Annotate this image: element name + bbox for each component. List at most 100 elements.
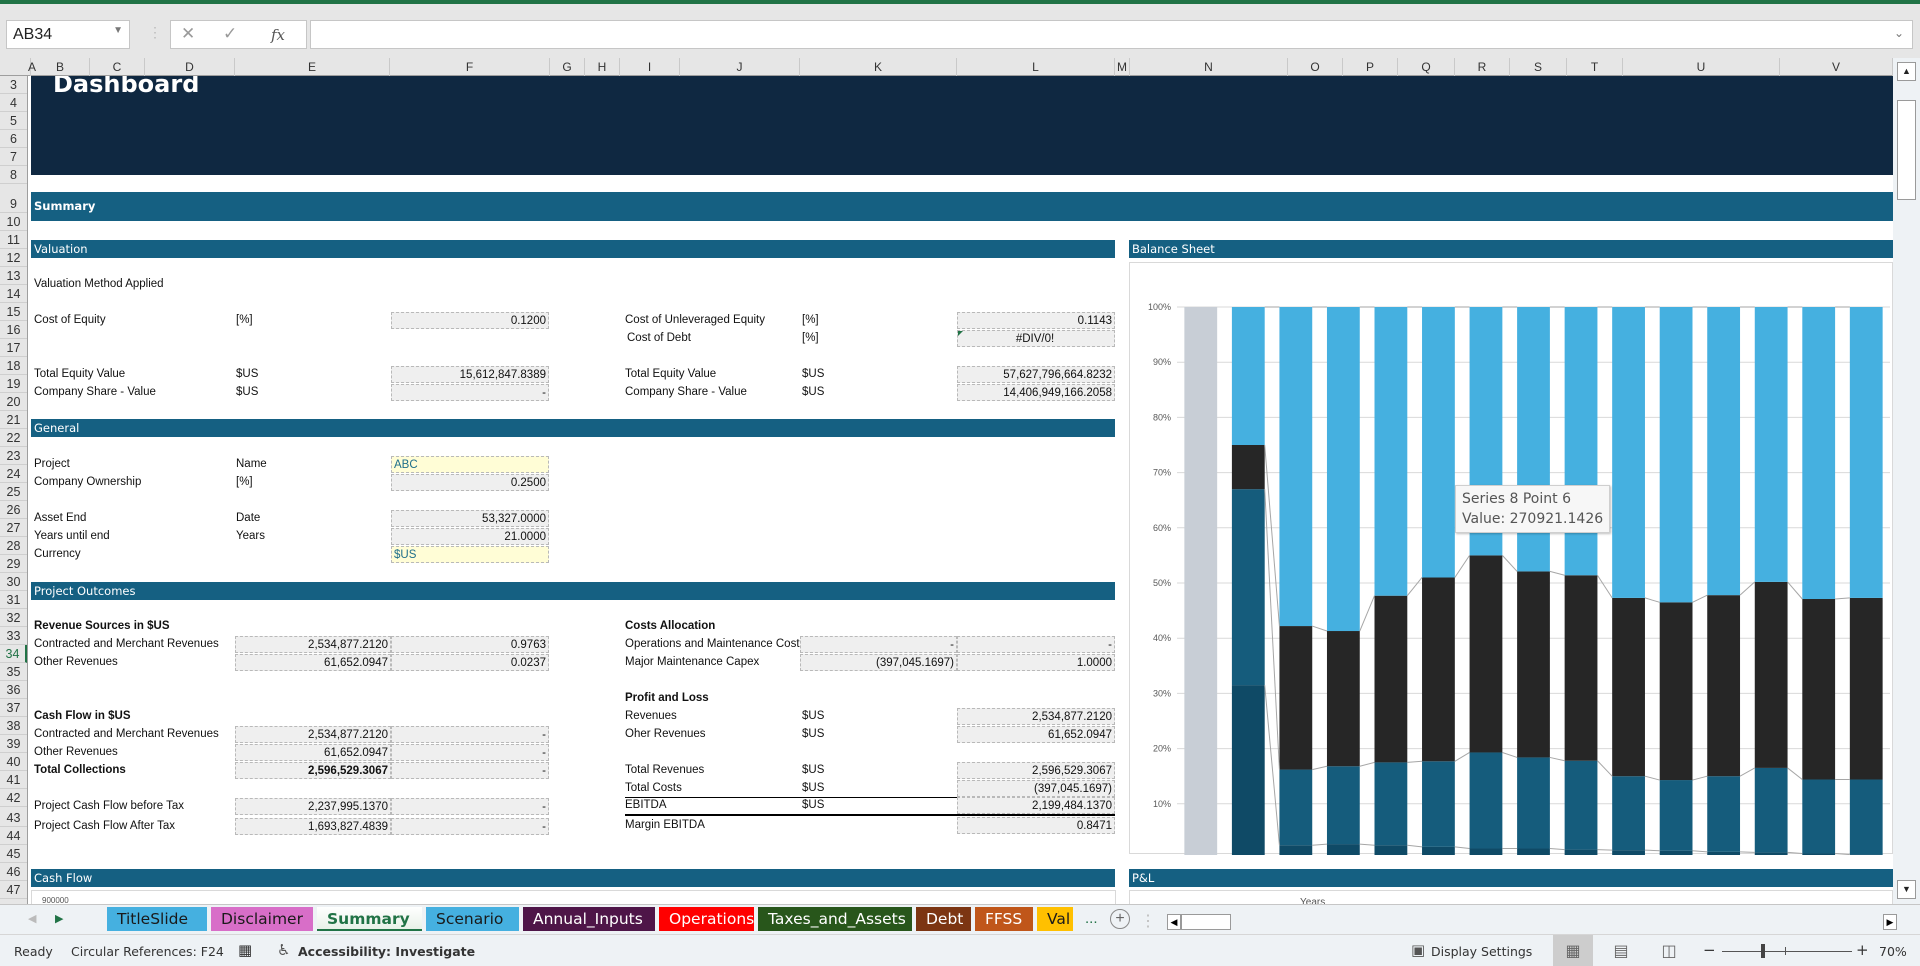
horizontal-scrollbar[interactable]: ◀ ▶ — [1167, 914, 1897, 932]
bar-segment[interactable] — [1754, 767, 1788, 853]
rev-other-share[interactable]: 0.0237 — [391, 654, 549, 671]
row-header-29[interactable]: 29 — [0, 555, 27, 573]
scroll-down-icon[interactable]: ▼ — [1897, 880, 1916, 899]
row-header-12[interactable]: 12 — [0, 249, 27, 267]
tab-scroll-right-icon[interactable]: ▶ — [55, 912, 63, 925]
row-header-30[interactable]: 30 — [0, 573, 27, 591]
cancel-icon[interactable]: ✕ — [181, 24, 195, 44]
sheet-tab-operations[interactable]: Operations — [659, 907, 754, 931]
bar-segment[interactable] — [1517, 757, 1550, 849]
bar-segment[interactable] — [1374, 762, 1408, 846]
bar-segment[interactable] — [1231, 489, 1265, 686]
chevron-down-icon[interactable]: ▼ — [113, 25, 123, 36]
om-cost-share[interactable]: - — [957, 636, 1115, 653]
column-header-q[interactable]: Q — [1398, 58, 1455, 76]
column-header-v[interactable]: V — [1780, 58, 1893, 76]
column-header-e[interactable]: E — [235, 58, 390, 76]
row-header-7[interactable]: 7 — [0, 148, 27, 166]
bar-segment[interactable] — [1659, 602, 1693, 781]
cf-contracted-value[interactable]: 2,534,877.2120 — [235, 726, 391, 743]
status-accessibility[interactable]: Accessibility: Investigate — [298, 944, 475, 959]
column-header-l[interactable]: L — [957, 58, 1115, 76]
page-break-view-icon[interactable]: ◫ — [1649, 935, 1689, 966]
tab-splitter-handle[interactable]: ⋮ — [1140, 911, 1156, 931]
row-header-16[interactable]: 16 — [0, 321, 27, 339]
row-header-17[interactable]: 17 — [0, 339, 27, 357]
bar-segment[interactable] — [1184, 307, 1218, 855]
sheet-tab-summary[interactable]: Summary — [317, 907, 422, 931]
bar-segment[interactable] — [1374, 307, 1408, 596]
total-equity-value-right-value[interactable]: 57,627,796,664.8232 — [957, 366, 1115, 383]
column-header-f[interactable]: F — [390, 58, 550, 76]
company-share-value-value[interactable]: - — [391, 384, 549, 401]
column-header-t[interactable]: T — [1567, 58, 1623, 76]
column-header-u[interactable]: U — [1623, 58, 1780, 76]
row-header-28[interactable]: 28 — [0, 537, 27, 555]
cf-after-tax-value[interactable]: 1,693,827.4839 — [235, 818, 391, 835]
cf-total-extra[interactable]: - — [391, 762, 549, 779]
macro-record-icon[interactable]: ▦ — [238, 941, 252, 959]
years-until-end-value[interactable]: 21.0000 — [391, 528, 549, 545]
bar-segment[interactable] — [1326, 766, 1360, 845]
bar-segment[interactable] — [1849, 779, 1883, 855]
bar-segment[interactable] — [1659, 307, 1693, 603]
sheet-tab-debt[interactable]: Debt — [916, 907, 971, 931]
company-ownership-value[interactable]: 0.2500 — [391, 474, 549, 491]
row-header-5[interactable]: 5 — [0, 112, 27, 130]
cost-unlevered-equity-value[interactable]: 0.1143 — [957, 312, 1115, 329]
pnl-total-revenues-value[interactable]: 2,596,529.3067 — [957, 762, 1115, 779]
column-header-b[interactable]: B — [31, 58, 90, 76]
scroll-left-icon[interactable]: ◀ — [1167, 914, 1181, 930]
bar-segment[interactable] — [1564, 760, 1598, 850]
row-header-15[interactable]: 15 — [0, 303, 27, 321]
pnl-other-revenues-value[interactable]: 61,652.0947 — [957, 726, 1115, 743]
bar-segment[interactable] — [1612, 850, 1645, 855]
column-header-i[interactable]: I — [620, 58, 680, 76]
row-header-42[interactable]: 42 — [0, 789, 27, 807]
bar-segment[interactable] — [1422, 307, 1455, 578]
bar-segment[interactable] — [1517, 848, 1550, 855]
om-cost-value[interactable]: - — [800, 636, 957, 653]
display-settings-button[interactable]: Display Settings — [1431, 944, 1532, 959]
expand-formula-icon[interactable]: ⌄ — [1894, 26, 1904, 40]
sheet-tab-titleslide[interactable]: TitleSlide — [107, 907, 207, 931]
pnl-total-costs-value[interactable]: (397,045.1697) — [957, 780, 1115, 797]
capex-value[interactable]: (397,045.1697) — [800, 654, 957, 671]
column-header-n[interactable]: N — [1130, 58, 1288, 76]
bar-segment[interactable] — [1469, 752, 1503, 849]
row-header-11[interactable]: 11 — [0, 231, 27, 249]
pnl-ebitda-value[interactable]: 2,199,484.1370 — [957, 797, 1115, 814]
bar-segment[interactable] — [1564, 575, 1598, 761]
bar-segment[interactable] — [1707, 595, 1741, 777]
row-header-31[interactable]: 31 — [0, 591, 27, 609]
formula-input[interactable]: ⌄ — [310, 20, 1913, 49]
cf-after-tax-extra[interactable]: - — [391, 818, 549, 835]
row-header-35[interactable]: 35 — [0, 663, 27, 681]
bar-segment[interactable] — [1469, 848, 1503, 855]
column-header-d[interactable]: D — [145, 58, 235, 76]
column-header-s[interactable]: S — [1510, 58, 1567, 76]
row-header-37[interactable]: 37 — [0, 699, 27, 717]
column-header-c[interactable]: C — [90, 58, 145, 76]
row-header-43[interactable]: 43 — [0, 807, 27, 827]
balance-sheet-chart[interactable]: 0%10%20%30%40%50%60%70%80%90%100%1234567… — [1129, 262, 1893, 855]
row-header-41[interactable]: 41 — [0, 771, 27, 789]
bar-segment[interactable] — [1326, 844, 1360, 855]
vertical-scroll-thumb[interactable] — [1897, 100, 1916, 200]
capex-share[interactable]: 1.0000 — [957, 654, 1115, 671]
rev-other-value[interactable]: 61,652.0947 — [235, 654, 391, 671]
scroll-right-icon[interactable]: ▶ — [1883, 914, 1897, 930]
row-header-23[interactable]: 23 — [0, 447, 27, 465]
bar-segment[interactable] — [1802, 599, 1836, 780]
drag-handle-icon[interactable]: ⋮ — [148, 24, 162, 41]
add-sheet-icon[interactable]: + — [1110, 909, 1130, 929]
bar-segment[interactable] — [1422, 846, 1455, 855]
row-header-45[interactable]: 45 — [0, 845, 27, 863]
cf-before-tax-value[interactable]: 2,237,995.1370 — [235, 798, 391, 815]
row-header-27[interactable]: 27 — [0, 519, 27, 537]
column-header-h[interactable]: H — [585, 58, 620, 76]
bar-segment[interactable] — [1612, 776, 1645, 851]
row-header-21[interactable]: 21 — [0, 411, 27, 429]
row-header-44[interactable]: 44 — [0, 827, 27, 845]
tab-scroll-left-icon[interactable]: ◀ — [28, 912, 36, 925]
